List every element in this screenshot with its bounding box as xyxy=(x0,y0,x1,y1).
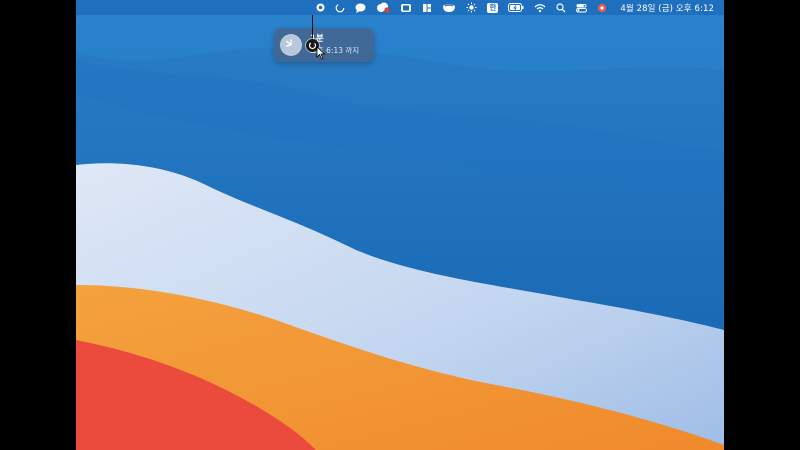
mouse-cursor-icon xyxy=(316,45,326,64)
brightness-icon[interactable] xyxy=(461,0,482,15)
search-icon[interactable] xyxy=(551,0,571,15)
menu-bar-clock[interactable]: 4월 28일 (금) 오후 6:12 xyxy=(612,0,724,15)
input-source-icon[interactable]: 한 xyxy=(482,0,503,15)
battery-icon[interactable] xyxy=(503,0,529,15)
wifi-icon[interactable] xyxy=(529,0,551,15)
control-center-icon[interactable] xyxy=(571,0,592,15)
timer-icon[interactable] xyxy=(330,0,350,15)
bowl-icon[interactable] xyxy=(437,0,461,15)
drag-line xyxy=(312,15,313,40)
creative-cloud-icon[interactable] xyxy=(371,0,395,15)
chat-icon[interactable] xyxy=(350,0,371,15)
layout-icon[interactable] xyxy=(417,0,437,15)
menu-bar: 한 4월 28일 (금) 오후 6:12 xyxy=(76,0,724,15)
app-icon[interactable] xyxy=(592,0,612,15)
desktop-screen: 한 4월 28일 (금) 오후 6:12 1분 오후 6:13 까지 xyxy=(76,0,724,450)
wallpaper xyxy=(76,0,724,450)
timer-clock-icon xyxy=(280,34,302,56)
input-source-label: 한 xyxy=(487,2,499,13)
record-icon[interactable] xyxy=(311,0,330,15)
window-icon[interactable] xyxy=(395,0,417,15)
